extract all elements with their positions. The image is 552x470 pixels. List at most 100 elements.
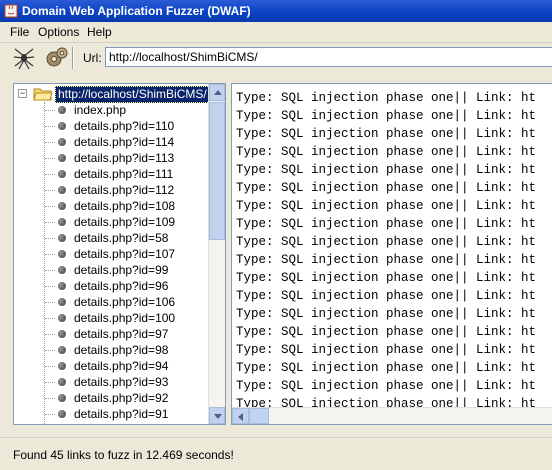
log-line: Type: SQL injection phase one|| Link: ht	[236, 145, 537, 159]
log-line: Type: SQL injection phase one|| Link: ht	[236, 307, 537, 321]
tree-item-label[interactable]: details.php?id=112	[74, 182, 174, 198]
log-line: Type: SQL injection phase one|| Link: ht	[236, 289, 537, 303]
leaf-node-icon	[58, 266, 66, 274]
tree-item-label[interactable]: details.php?id=94	[74, 358, 168, 374]
tree-item-label[interactable]: details.php?id=110	[74, 118, 174, 134]
scroll-up-button[interactable]	[209, 84, 225, 101]
folder-open-icon	[33, 88, 53, 101]
leaf-node-icon	[58, 218, 66, 226]
tree-item-label[interactable]: details.php?id=108	[74, 198, 175, 214]
log-line: Type: SQL injection phase one|| Link: ht	[236, 127, 537, 141]
java-cup-icon	[4, 4, 18, 18]
log-line: Type: SQL injection phase one|| Link: ht	[236, 235, 537, 249]
menu-bar: File Options Help	[0, 22, 552, 43]
tree-item-label[interactable]: details.php?id=113	[74, 150, 174, 166]
tree-item-label[interactable]: details.php?id=96	[74, 278, 168, 294]
tree-connector	[45, 254, 55, 255]
leaf-node-icon	[58, 186, 66, 194]
leaf-node-icon	[58, 282, 66, 290]
log-line: Type: SQL injection phase one|| Link: ht	[236, 109, 537, 123]
tree-item-label[interactable]: details.php?id=58	[74, 230, 168, 246]
tree-item-label[interactable]: details.php?id=91	[74, 406, 168, 422]
tree-connector	[45, 190, 55, 191]
gears-icon[interactable]	[45, 46, 69, 70]
tree-connector	[45, 238, 55, 239]
spider-icon[interactable]	[12, 46, 36, 70]
tree-item-label[interactable]: details.php?id=107	[74, 246, 175, 262]
tree-item-label[interactable]: details.php?id=98	[74, 342, 168, 358]
tree-connector	[45, 350, 55, 351]
tree-connector	[45, 126, 55, 127]
leaf-node-icon	[58, 170, 66, 178]
tree-item-label[interactable]: details.php?id=93	[74, 374, 168, 390]
leaf-node-icon	[58, 122, 66, 130]
url-label: Url:	[83, 51, 102, 65]
tree-item-label[interactable]: details.php?id=97	[74, 326, 168, 342]
tree-connector	[45, 174, 55, 175]
log-line: Type: SQL injection phase one|| Link: ht	[236, 361, 537, 375]
leaf-node-icon	[58, 298, 66, 306]
menu-options[interactable]: Options	[38, 25, 79, 39]
tree-connector	[45, 142, 55, 143]
scroll-thumb[interactable]	[209, 102, 225, 240]
toolbar-separator	[72, 47, 74, 69]
tree-vertical-scrollbar[interactable]	[208, 84, 225, 424]
scroll-down-button[interactable]	[209, 407, 225, 424]
tree-connector	[45, 398, 55, 399]
log-line: Type: SQL injection phase one|| Link: ht	[236, 253, 537, 267]
leaf-node-icon	[58, 362, 66, 370]
tree-connector	[45, 286, 55, 287]
tree-connector	[45, 318, 55, 319]
tree-connector	[45, 222, 55, 223]
tree-connector	[45, 414, 55, 415]
leaf-node-icon	[58, 138, 66, 146]
tree-connector	[45, 206, 55, 207]
tree-item-label[interactable]: details.php?id=99	[74, 262, 168, 278]
tree-item-label[interactable]: details.php?id=109	[74, 214, 175, 230]
tree-item-label[interactable]: details.php?id=92	[74, 390, 168, 406]
tree-guide-line	[44, 102, 45, 424]
log-line: Type: SQL injection phase one|| Link: ht	[236, 343, 537, 357]
menu-file[interactable]: File	[10, 25, 29, 39]
horizontal-scroll-thumb[interactable]	[249, 408, 269, 424]
fuzz-results-log[interactable]: Type: SQL injection phase one|| Link: ht…	[231, 83, 552, 425]
log-line: Type: SQL injection phase one|| Link: ht	[236, 199, 537, 213]
leaf-node-icon	[58, 330, 66, 338]
tree-item-label[interactable]: details.php?id=111	[74, 166, 173, 182]
tree-connector	[45, 158, 55, 159]
leaf-node-icon	[58, 154, 66, 162]
tree-connector	[45, 110, 55, 111]
log-horizontal-scrollbar[interactable]	[232, 407, 552, 424]
leaf-node-icon	[58, 378, 66, 386]
tree-connector	[45, 334, 55, 335]
status-text: Found 45 links to fuzz in 12.469 seconds…	[13, 448, 234, 462]
tree-item-label[interactable]: details.php?id=114	[74, 134, 174, 150]
log-line: Type: SQL injection phase one|| Link: ht	[236, 91, 537, 105]
leaf-node-icon	[58, 106, 66, 114]
log-line: Type: SQL injection phase one|| Link: ht	[236, 379, 537, 393]
tree-connector	[45, 270, 55, 271]
leaf-node-icon	[58, 394, 66, 402]
window-title: Domain Web Application Fuzzer (DWAF)	[22, 4, 251, 18]
tree-root-label[interactable]: http://localhost/ShimBiCMS/	[55, 86, 210, 103]
leaf-node-icon	[58, 250, 66, 258]
log-line: Type: SQL injection phase one|| Link: ht	[236, 163, 537, 177]
log-line: Type: SQL injection phase one|| Link: ht	[236, 271, 537, 285]
tree-connector	[45, 366, 55, 367]
status-bar: Found 45 links to fuzz in 12.469 seconds…	[0, 437, 552, 470]
log-line: Type: SQL injection phase one|| Link: ht	[236, 217, 537, 231]
tree-connector	[45, 382, 55, 383]
url-input[interactable]	[105, 47, 552, 67]
leaf-node-icon	[58, 346, 66, 354]
link-tree[interactable]: − http://localhost/ShimBiCMS/ index.php d…	[13, 83, 226, 425]
toolbar: Url:	[0, 43, 552, 73]
leaf-node-icon	[58, 202, 66, 210]
tree-item-label[interactable]: details.php?id=100	[74, 310, 175, 326]
tree-connector	[45, 302, 55, 303]
menu-help[interactable]: Help	[87, 25, 112, 39]
tree-item-label[interactable]: index.php	[74, 102, 126, 118]
collapse-icon[interactable]: −	[18, 89, 27, 98]
tree-item-label[interactable]: details.php?id=106	[74, 294, 175, 310]
title-bar[interactable]: Domain Web Application Fuzzer (DWAF)	[0, 0, 552, 22]
scroll-left-button[interactable]	[232, 408, 249, 424]
